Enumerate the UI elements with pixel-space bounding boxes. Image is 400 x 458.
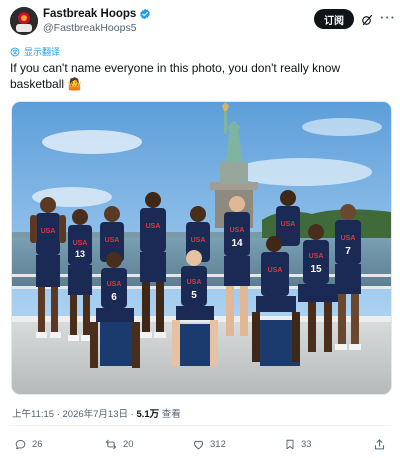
- tweet-timestamp[interactable]: 上午11:15 · 2026年7月13日 ·: [12, 409, 136, 420]
- bookmark-icon: [286, 439, 294, 450]
- jersey-number: 5: [191, 290, 197, 301]
- author-avatar[interactable]: [10, 7, 38, 35]
- repost-button[interactable]: 20: [104, 438, 134, 451]
- jersey-text: USA: [105, 237, 120, 244]
- author-handle[interactable]: @FastbreakHoops5: [43, 22, 137, 34]
- repost-icon: [105, 439, 117, 450]
- bookmark-count: 33: [301, 439, 312, 450]
- reply-count: 26: [32, 439, 43, 450]
- reply-button[interactable]: 26: [14, 438, 43, 451]
- grok-icon[interactable]: [361, 13, 373, 26]
- more-options-button[interactable]: ···: [380, 10, 396, 25]
- jersey-text: USA: [41, 228, 56, 235]
- translate-label[interactable]: 显示翻译: [24, 45, 60, 58]
- view-count: 5.1万: [136, 409, 160, 420]
- jersey-text: USA: [146, 223, 161, 230]
- like-button[interactable]: 312: [192, 438, 226, 451]
- subscribe-button[interactable]: 订阅: [314, 9, 354, 29]
- jersey-text: USA: [73, 240, 88, 247]
- tweet-photo[interactable]: USA USA 13 USA USA USA USA 14 USA USA 7 …: [11, 101, 392, 395]
- author-name-text[interactable]: Fastbreak Hoops: [43, 8, 136, 20]
- jersey-number: 6: [111, 292, 117, 303]
- divider: [10, 425, 390, 426]
- heart-icon: [193, 440, 204, 450]
- jersey-number: 14: [231, 238, 243, 249]
- tweet-text: If you can't name everyone in this photo…: [10, 61, 341, 91]
- jersey-text: USA: [268, 267, 283, 274]
- jersey-text: USA: [187, 279, 202, 286]
- jersey-text: USA: [281, 221, 296, 228]
- view-label: 查看: [159, 409, 181, 420]
- jersey-number: 15: [310, 264, 322, 275]
- jersey-number: 13: [75, 249, 85, 259]
- translate-icon: [10, 47, 20, 56]
- repost-count: 20: [123, 439, 134, 450]
- jersey-text: USA: [230, 227, 245, 234]
- jersey-text: USA: [191, 237, 206, 244]
- share-button[interactable]: [373, 438, 386, 451]
- like-count: 312: [210, 439, 226, 450]
- tweet-meta: 上午11:15 · 2026年7月13日 · 5.1万 查看: [12, 406, 181, 420]
- jersey-number: 7: [345, 246, 351, 257]
- reply-icon: [15, 439, 26, 450]
- jersey-text: USA: [309, 253, 324, 260]
- translate-link[interactable]: 显示翻译: [10, 45, 60, 58]
- jersey-text: USA: [341, 235, 356, 242]
- share-icon: [374, 439, 385, 450]
- verified-badge-icon: [139, 8, 151, 20]
- author-name[interactable]: Fastbreak Hoops: [43, 8, 151, 20]
- jersey-text: USA: [107, 281, 122, 288]
- bookmark-button[interactable]: 33: [284, 438, 312, 451]
